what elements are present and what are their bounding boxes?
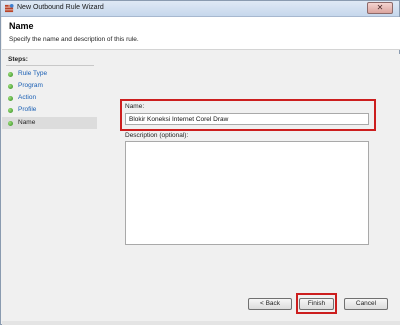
step-label: Name	[18, 119, 36, 126]
finish-button[interactable]: Finish	[299, 298, 334, 310]
page-header: Name Specify the name and description of…	[2, 17, 400, 50]
step-complete-icon	[8, 108, 13, 113]
steps-heading: Steps:	[8, 56, 28, 63]
description-label: Description (optional):	[125, 132, 189, 139]
step-complete-icon	[8, 84, 13, 89]
step-label: Action	[18, 94, 37, 101]
wizard-window: New Outbound Rule Wizard ✕ Name Specify …	[0, 0, 400, 325]
step-complete-icon	[8, 72, 13, 77]
step-profile[interactable]: Profile	[2, 104, 97, 116]
description-input[interactable]	[125, 141, 369, 245]
step-action[interactable]: Action	[2, 92, 97, 104]
steps-divider	[6, 65, 94, 66]
step-label: Program	[18, 82, 43, 89]
page-subtitle: Specify the name and description of this…	[9, 36, 139, 43]
step-current-icon	[8, 121, 13, 126]
window-title: New Outbound Rule Wizard	[17, 4, 104, 11]
step-label: Profile	[18, 106, 37, 113]
firewall-icon	[5, 4, 14, 13]
window-bottom-edge	[2, 321, 400, 325]
step-name[interactable]: Name	[2, 117, 97, 129]
page-title: Name	[9, 21, 34, 31]
close-button[interactable]: ✕	[367, 2, 393, 14]
step-program[interactable]: Program	[2, 80, 97, 92]
name-input[interactable]: Blokir Koneksi Internet Corel Draw	[125, 113, 369, 125]
step-rule-type[interactable]: Rule Type	[2, 68, 97, 80]
back-button[interactable]: < Back	[248, 298, 292, 310]
title-bar[interactable]: New Outbound Rule Wizard ✕	[1, 1, 399, 17]
name-label: Name:	[125, 103, 145, 110]
close-icon: ✕	[376, 3, 384, 12]
cancel-button[interactable]: Cancel	[344, 298, 388, 310]
step-complete-icon	[8, 96, 13, 101]
step-label: Rule Type	[18, 70, 48, 77]
steps-panel: Steps: Rule Type Program Action Profile …	[2, 54, 97, 321]
